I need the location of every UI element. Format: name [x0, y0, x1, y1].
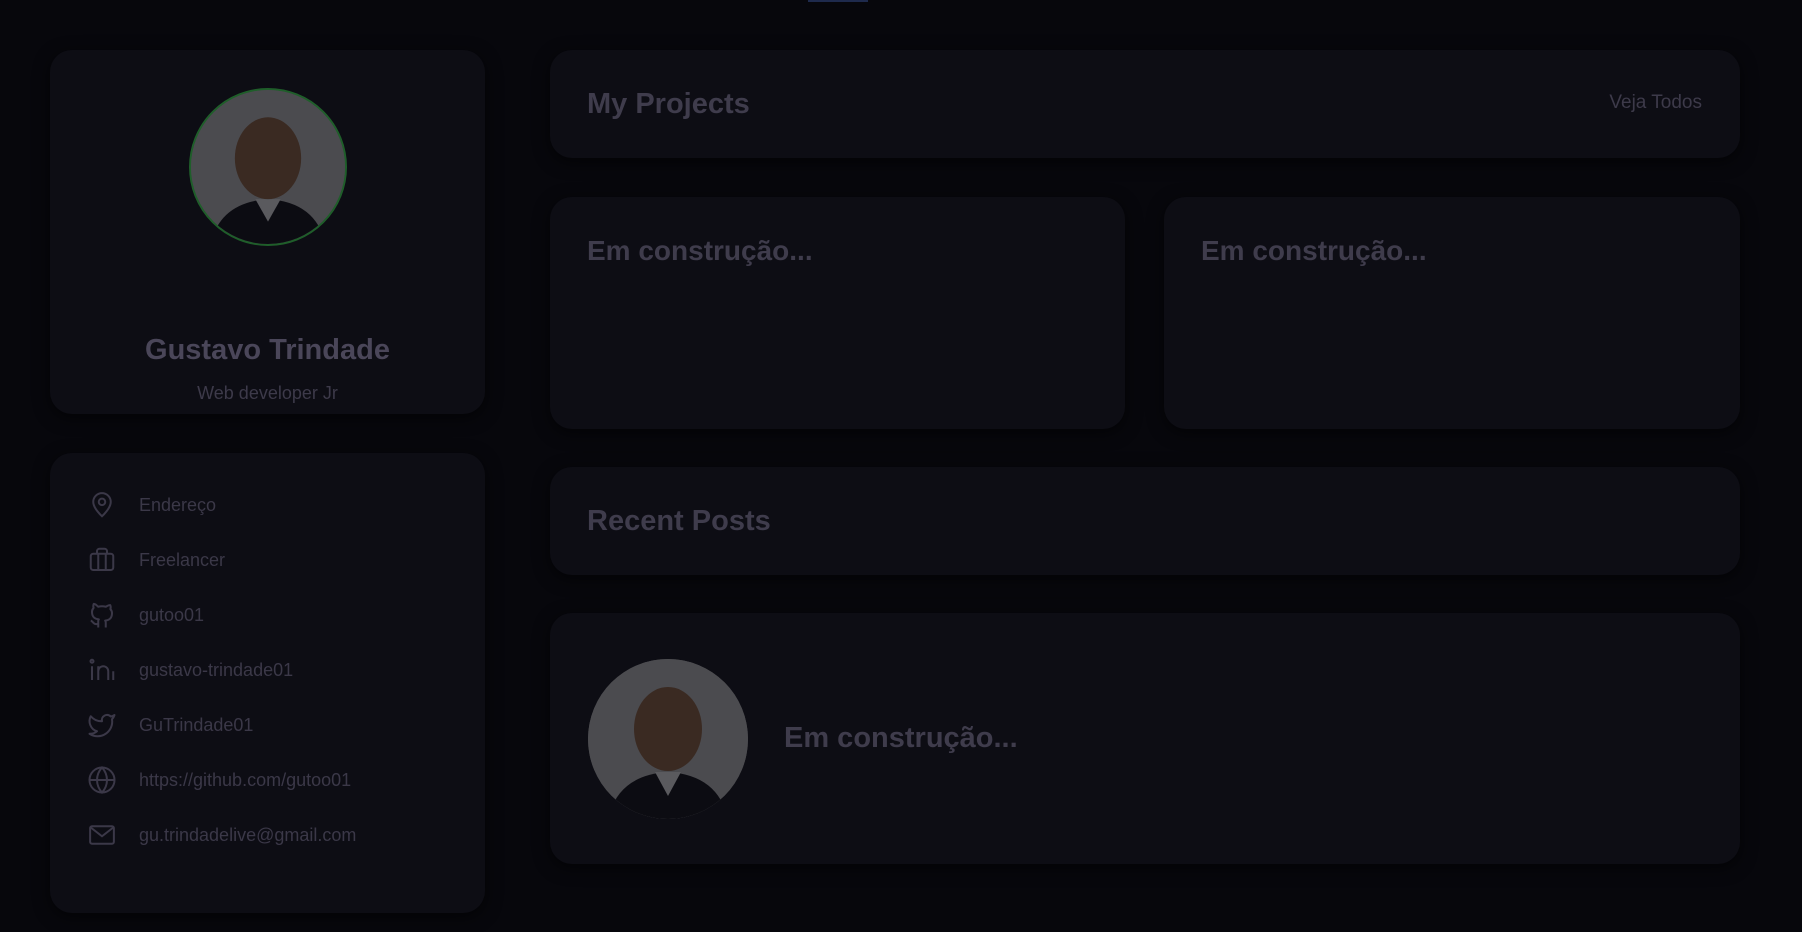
profile-role: Web developer Jr — [197, 383, 338, 403]
info-text-linkedin[interactable]: gustavo-trindade01 — [139, 660, 293, 681]
page: Gustavo Trindade Web developer Jr Endere… — [0, 0, 1802, 932]
project-title: Em construção... — [1201, 235, 1427, 266]
top-scroll-indicator — [808, 0, 868, 2]
info-text-occupation: Freelancer — [139, 549, 226, 570]
briefcase-icon — [86, 544, 118, 576]
project-card[interactable]: Em construção... — [550, 197, 1125, 429]
posts-title: Recent Posts — [587, 505, 771, 537]
github-icon — [86, 599, 118, 631]
projects-title: My Projects — [587, 88, 750, 120]
info-item-website[interactable]: https://github.com/gutoo01 — [86, 763, 351, 797]
info-item-occupation: Freelancer — [86, 543, 225, 577]
posts-header-card: Recent Posts — [550, 467, 1740, 575]
profile-card: Gustavo Trindade Web developer Jr — [50, 50, 485, 414]
info-text-github[interactable]: gutoo01 — [139, 605, 204, 626]
info-item-github[interactable]: gutoo01 — [86, 598, 204, 632]
mail-icon — [86, 819, 118, 851]
info-item-address: Endereço — [86, 488, 216, 522]
contact-info-card: Endereço Freelancer gutoo01 gustavo-trin… — [50, 453, 485, 913]
see-all-link[interactable]: Veja Todos — [1609, 92, 1702, 114]
project-card[interactable]: Em construção... — [1164, 197, 1740, 429]
map-pin-icon — [86, 489, 118, 521]
profile-avatar — [189, 88, 347, 246]
profile-name: Gustavo Trindade — [145, 334, 390, 366]
post-card[interactable]: Em construção... — [550, 613, 1740, 864]
info-item-email[interactable]: gu.trindadelive@gmail.com — [86, 818, 356, 852]
info-item-twitter[interactable]: GuTrindade01 — [86, 708, 253, 742]
info-text-twitter[interactable]: GuTrindade01 — [139, 715, 253, 736]
post-title: Em construção... — [784, 722, 1018, 754]
info-text-website[interactable]: https://github.com/gutoo01 — [139, 770, 351, 791]
twitter-icon — [86, 709, 118, 741]
projects-header-card: My Projects Veja Todos — [550, 50, 1740, 158]
info-text-address: Endereço — [139, 494, 217, 515]
info-text-email[interactable]: gu.trindadelive@gmail.com — [139, 825, 356, 846]
avatar-photo-icon — [191, 90, 345, 244]
project-title: Em construção... — [587, 235, 813, 266]
post-avatar — [588, 659, 748, 819]
linkedin-icon — [86, 654, 118, 686]
globe-icon — [86, 764, 118, 796]
info-item-linkedin[interactable]: gustavo-trindade01 — [86, 653, 293, 687]
avatar-photo-icon — [588, 659, 748, 819]
